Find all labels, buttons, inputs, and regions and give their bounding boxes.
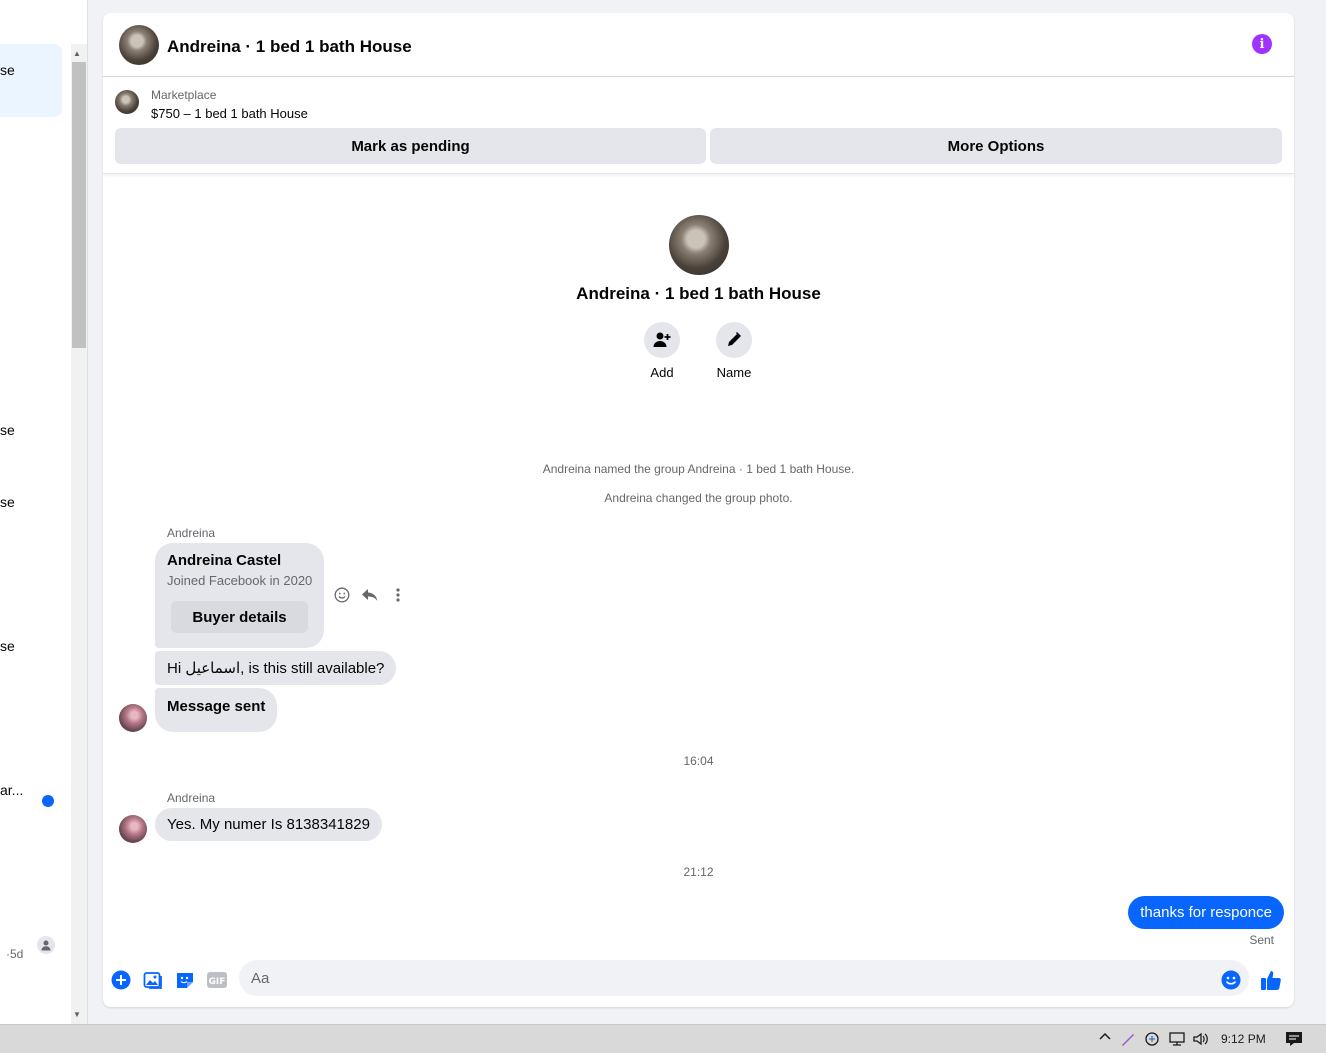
add-label: Add	[650, 365, 674, 380]
info-icon[interactable]: i	[1252, 34, 1272, 54]
message-input[interactable]	[239, 960, 1249, 996]
system-message: Andreina named the group Andreina · 1 be…	[542, 462, 855, 476]
timestamp-separator: 21:12	[683, 865, 714, 879]
system-message: Andreina changed the group photo.	[604, 491, 793, 505]
message-actions	[333, 586, 407, 604]
pen-icon[interactable]	[1120, 1031, 1136, 1047]
network-sync-icon[interactable]	[1144, 1031, 1160, 1047]
listing-thumbnail[interactable]	[115, 90, 139, 114]
listing-title[interactable]: $750 – 1 bed 1 bath House	[151, 106, 308, 121]
volume-icon[interactable]	[1192, 1031, 1210, 1047]
profile-avatar[interactable]	[669, 215, 729, 275]
pencil-icon	[716, 322, 752, 358]
photo-icon[interactable]	[141, 968, 165, 992]
sidebar-item-active[interactable]	[0, 44, 62, 117]
profile-name: Andreina · 1 bed 1 bath House	[576, 284, 821, 303]
sidebar-item-time: ·5d	[6, 947, 24, 961]
buyer-joined: Joined Facebook in 2020	[167, 573, 313, 588]
plus-circle-icon[interactable]	[109, 968, 133, 992]
network-icon[interactable]	[1168, 1031, 1186, 1047]
scroll-down-arrow-icon[interactable]: ▼	[73, 1010, 81, 1019]
notifications-icon[interactable]	[1285, 1031, 1303, 1047]
chevron-up-icon[interactable]	[1098, 1031, 1112, 1041]
chat-panel: Andreina · 1 bed 1 bath House i Marketpl…	[103, 13, 1294, 1007]
sender-name: Andreina	[167, 526, 216, 540]
sender-avatar[interactable]	[119, 704, 147, 732]
chat-title[interactable]: Andreina · 1 bed 1 bath House	[167, 37, 412, 57]
buyer-details-button[interactable]: Buyer details	[171, 601, 308, 633]
message-composer: GIF	[103, 957, 1294, 1007]
more-vertical-icon[interactable]	[389, 586, 407, 604]
sidebar-item-fragment[interactable]: se	[0, 422, 15, 438]
conversation-sidebar: se se se se ar... ·5d ▲ ▼	[0, 0, 88, 1024]
group-avatar[interactable]	[119, 25, 159, 65]
sidebar-item-fragment[interactable]: se	[0, 638, 15, 654]
mark-as-pending-button[interactable]: Mark as pending	[115, 128, 706, 164]
edit-name-button[interactable]: Name	[704, 322, 764, 380]
timestamp-separator: 16:04	[683, 754, 714, 768]
taskbar-clock[interactable]: 9:12 PM	[1221, 1032, 1266, 1046]
reply-icon[interactable]	[361, 586, 379, 604]
message-bubble[interactable]: Hi اسماعيل, is this still available?	[155, 651, 397, 685]
taskbar: 9:12 PM	[0, 1024, 1326, 1053]
sticker-icon[interactable]	[173, 968, 197, 992]
gif-icon[interactable]: GIF	[205, 968, 229, 992]
react-emoji-icon[interactable]	[333, 586, 351, 604]
chat-header: Andreina · 1 bed 1 bath House i	[103, 13, 1294, 77]
scroll-up-arrow-icon[interactable]: ▲	[73, 49, 81, 58]
sidebar-item-fragment[interactable]: se	[0, 494, 15, 510]
marketplace-label: Marketplace	[151, 88, 217, 102]
sidebar-item-fragment[interactable]: ar...	[0, 782, 23, 798]
emoji-icon[interactable]	[1219, 968, 1243, 992]
more-options-button[interactable]: More Options	[710, 128, 1282, 164]
sender-name: Andreina	[167, 791, 216, 805]
add-person-icon	[644, 322, 680, 358]
svg-text:GIF: GIF	[209, 977, 226, 987]
message-bubble[interactable]: Yes. My numer Is 8138341829	[155, 808, 382, 841]
outgoing-message-bubble[interactable]: thanks for responce	[1128, 896, 1284, 929]
sender-avatar[interactable]	[119, 815, 147, 843]
sidebar-scrollbar-thumb[interactable]	[72, 62, 86, 348]
thumbs-up-icon[interactable]	[1259, 968, 1283, 992]
buyer-card: Andreina Castel Joined Facebook in 2020 …	[155, 543, 324, 648]
buyer-name[interactable]: Andreina Castel	[167, 552, 281, 569]
add-person-button[interactable]: Add	[632, 322, 692, 380]
name-label: Name	[716, 365, 752, 380]
message-bubble[interactable]: Message sent	[155, 688, 278, 732]
sidebar-item-fragment[interactable]: se	[0, 62, 15, 78]
unread-dot	[42, 795, 54, 807]
marketplace-bar: Marketplace $750 – 1 bed 1 bath House Ma…	[103, 78, 1294, 174]
person-icon	[37, 936, 55, 954]
sent-status: Sent	[1249, 933, 1274, 947]
